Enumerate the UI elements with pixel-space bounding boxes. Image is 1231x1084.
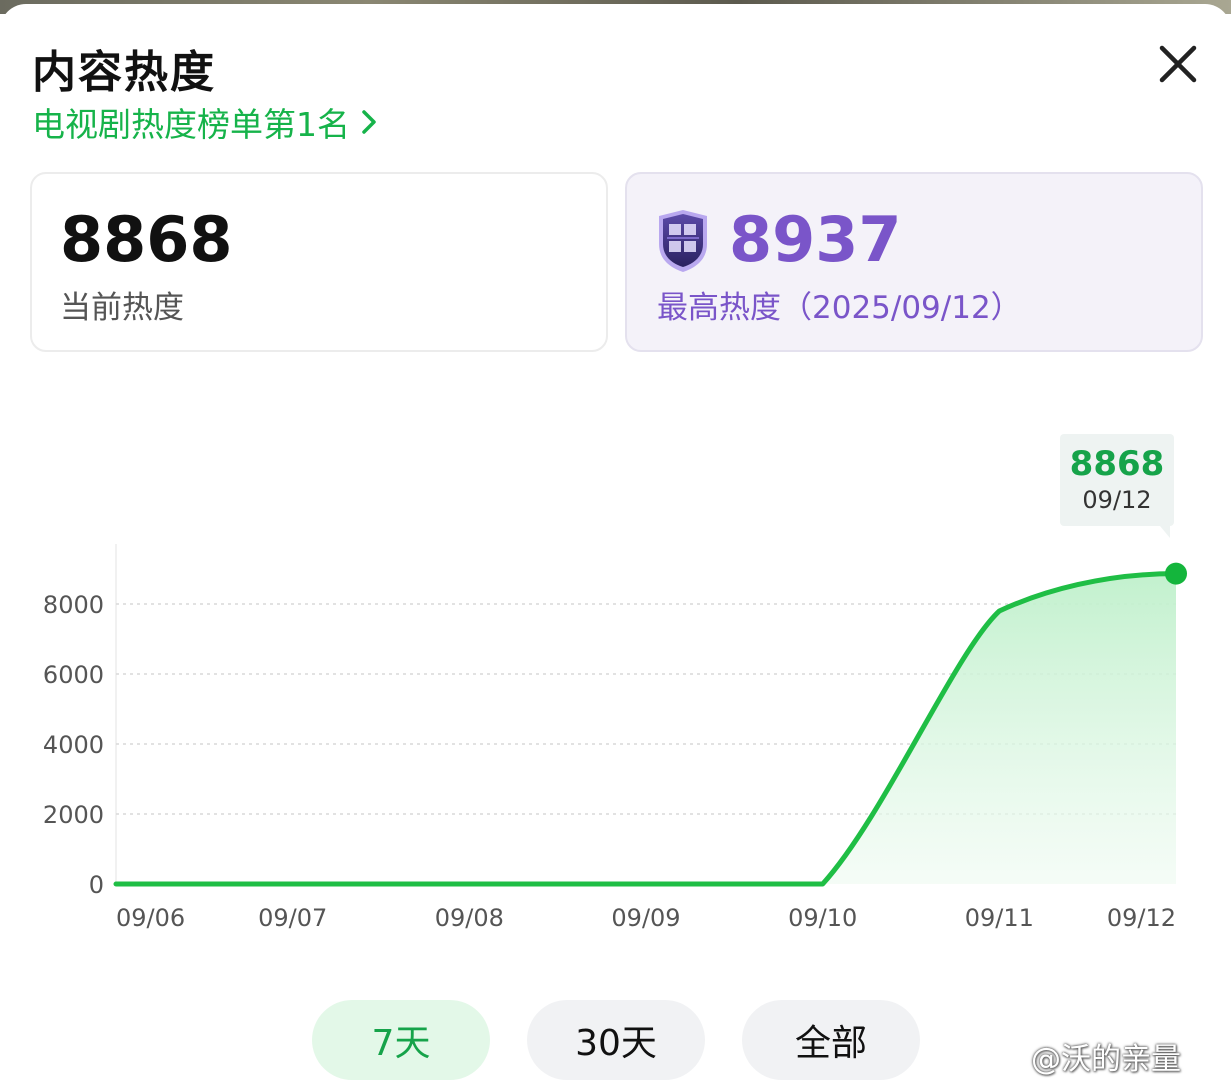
close-icon [1159,45,1197,83]
y-tick-label: 8000 [43,591,104,619]
heat-chart: 0 2000 4000 6000 8000 09/06 09/07 09/08 09/09 09/… [43,544,1187,932]
tooltip-value: 8868 [1069,444,1165,484]
close-button[interactable] [1150,36,1206,92]
y-tick-label: 0 [89,871,104,899]
x-tick-label: 09/06 [116,904,185,932]
rank-link[interactable]: 电视剧热度榜单第1名 [32,100,378,144]
y-tick-label: 2000 [43,801,104,829]
x-tick-label: 09/12 [1107,904,1176,932]
peak-heat-label: 最高热度（2025/09/12） [657,290,1022,326]
highlight-point [1165,562,1187,585]
tab-30-days[interactable]: 30天 [527,1000,705,1080]
weibo-icon [976,1043,1021,1072]
x-tick-label: 09/08 [435,904,504,932]
y-tick-label: 6000 [43,661,104,689]
x-tick-label: 09/10 [788,904,857,932]
current-heat-card: 8868 当前热度 [30,172,608,352]
tooltip-date: 09/12 [1082,486,1152,514]
chevron-right-icon [362,110,376,134]
peak-heat-card: 8937 最高热度（2025/09/12） [625,172,1203,352]
chart-tooltip: 8868 09/12 [1060,434,1174,538]
x-tick-label: 09/09 [611,904,680,932]
tab-7-days[interactable]: 7天 [312,1000,490,1080]
hall-of-fame-badge-icon [659,210,707,272]
watermark: @沃的亲量 [975,1034,1181,1078]
x-tick-label: 09/07 [258,904,327,932]
x-tick-label: 09/11 [965,904,1034,932]
current-heat-label: 当前热度 [60,290,184,326]
heat-sheet: 内容热度 电视剧热度榜单第1名 8868 当前热度 8937 最高热度（2025… [0,4,1231,1080]
y-tick-label: 4000 [43,731,104,759]
current-heat-value: 8868 [60,203,233,276]
rank-link-label: 电视剧热度榜单第1名 [32,105,350,144]
tab-all[interactable]: 全部 [742,1000,920,1080]
peak-heat-value: 8937 [729,203,902,276]
series-area [116,573,1176,884]
page-title: 内容热度 [32,47,216,98]
watermark-text: @沃的亲量 [1031,1042,1181,1077]
